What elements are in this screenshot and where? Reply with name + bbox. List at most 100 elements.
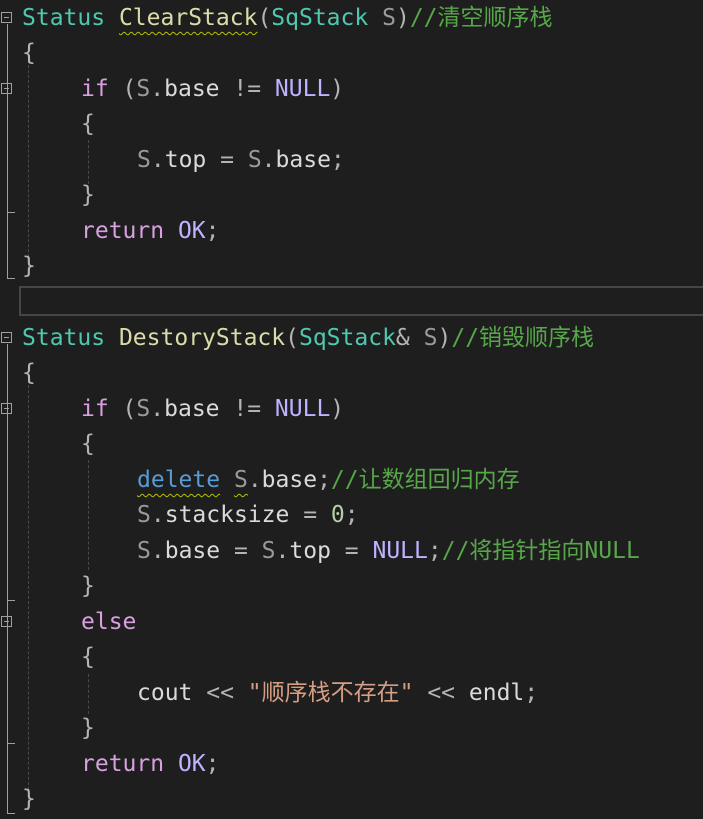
code-token: . [150,502,165,528]
code-line: S.top = S.base; [0,142,703,178]
code-line: } [0,781,703,817]
code-line: delete S.base;//让数组回归内存 [0,462,703,498]
code-token: ClearStack [118,5,258,31]
code-token: top [289,538,331,564]
line-content: } [22,248,36,284]
code-line: return OK; [0,213,703,249]
code-token: top [164,147,207,173]
code-line: } [0,710,703,746]
code-token: S [137,538,151,564]
code-token: ; [524,680,539,706]
code-token: << [413,680,469,706]
code-token: } [22,786,36,812]
code-token: ) [437,325,452,351]
code-token: stacksize [164,502,290,528]
code-token: != [219,396,275,422]
code-token: } [81,182,95,208]
line-content: { [81,426,95,462]
code-token: . [150,396,165,422]
code-token: . [150,147,165,173]
line-content: { [81,639,95,675]
code-line: { [0,106,703,142]
code-token: != [219,76,275,102]
code-token: S [247,147,262,173]
code-token: SqStack [271,5,369,31]
code-token: ; [205,751,220,777]
code-token: base [275,147,331,173]
code-token: "顺序栈不存在" [247,680,414,706]
code-line: cout << "顺序栈不存在" << endl; [0,675,703,711]
code-token: NULL [274,396,331,422]
line-content: } [81,177,95,213]
code-token: { [81,431,95,457]
code-token: //清空顺序栈 [409,5,553,31]
code-token: delete [137,467,221,493]
code-token: base [261,467,318,493]
code-token: NULL [372,538,428,564]
code-line: S.stacksize = 0; [0,497,703,533]
code-token: SqStack [298,325,396,351]
line-content: S.base = S.top = NULL;//将指针指向NULL [137,533,640,569]
code-token: ( [108,396,137,422]
code-token: = [330,538,373,564]
code-line: Status DestoryStack(SqStack& S)//销毁顺序栈 [0,320,703,356]
line-content: } [81,710,95,746]
code-token: & [395,325,424,351]
code-token: base [164,396,220,422]
code-line: else [0,604,703,640]
line-content: cout << "顺序栈不存在" << endl; [137,675,538,711]
line-content: S.top = S.base; [137,142,345,178]
code-token: ) [330,396,345,422]
code-token: = [220,538,262,564]
code-token: DestoryStack [118,325,286,351]
code-token: base [164,76,220,102]
line-content: else [81,604,136,640]
line-content: if (S.base != NULL) [81,391,344,427]
code-token: = [289,502,331,528]
code-line: Status ClearStack(SqStack S)//清空顺序栈 [0,0,703,36]
code-token: } [81,715,95,741]
code-line: { [0,426,703,462]
code-token: << [192,680,248,706]
code-line: { [0,35,703,71]
code-token: //销毁顺序栈 [451,325,595,351]
line-content: return OK; [81,746,220,782]
code-editor[interactable]: Status ClearStack(SqStack S)//清空顺序栈 { if… [0,0,703,819]
code-token: base [164,538,221,564]
line-content: Status DestoryStack(SqStack& S)//销毁顺序栈 [22,320,594,356]
code-token: { [81,111,95,137]
code-token: ; [205,218,220,244]
code-token: . [275,538,290,564]
code-token: ; [427,538,442,564]
code-token: Status [22,5,106,31]
code-token: . [150,76,165,102]
code-line: S.base = S.top = NULL;//将指针指向NULL [0,533,703,569]
code-token: ; [317,467,331,493]
line-content: delete S.base;//让数组回归内存 [137,462,520,498]
code-token: S [136,76,151,102]
code-token: ( [108,76,137,102]
code-line: if (S.base != NULL) [0,71,703,107]
code-line: if (S.base != NULL) [0,391,703,427]
code-token: S [233,467,248,493]
code-token: S [137,147,151,173]
code-token: S [261,538,276,564]
line-content: { [22,35,36,71]
code-token: { [81,644,95,670]
code-token: S [423,325,438,351]
code-line: { [0,355,703,391]
code-token: } [22,253,36,279]
code-token: //让数组回归内存 [330,467,520,493]
code-token: . [261,147,276,173]
code-token: NULL [274,76,331,102]
code-token: ( [285,325,299,351]
code-token: ( [257,5,272,31]
line-content: { [22,355,36,391]
line-content: { [81,106,95,142]
